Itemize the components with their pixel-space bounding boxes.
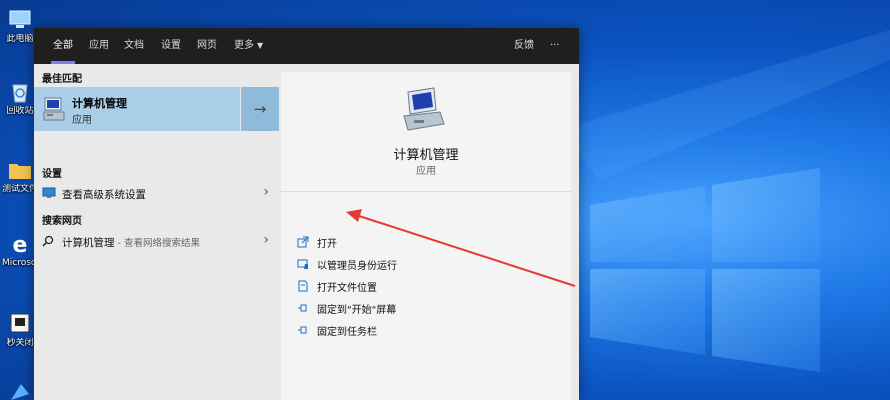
desktop-icon-label: 此电脑 (6, 34, 34, 44)
desktop-icon-label: 测试文件 (2, 184, 38, 194)
tab-all[interactable]: 全部 (51, 28, 75, 64)
web-result-suffix: - 查看网络搜索结果 (114, 238, 200, 249)
action-label: 固定到任务栏 (317, 327, 377, 338)
monitor-settings-icon (42, 187, 56, 198)
best-match-item[interactable]: 计算机管理 应用 → (34, 87, 279, 131)
desktop-icon-shortcut-bottom[interactable] (2, 380, 38, 400)
edge-icon: e (13, 233, 28, 256)
desktop-icon-app-shortcut[interactable]: 秒关闭 (2, 312, 38, 349)
web-search-heading: 搜索网页 (42, 216, 82, 227)
action-label: 打开文件位置 (317, 283, 377, 294)
desktop-icon-label: Microsoft Edge (2, 258, 38, 268)
settings-heading: 设置 (42, 169, 62, 180)
computer-icon (9, 10, 31, 28)
start-search-panel: 全部 应用 文档 设置 网页 更多 ▼ 反馈 ··· 最佳匹配 计算机管理 应用 … (34, 28, 579, 400)
run-as-admin-icon (297, 259, 308, 269)
tab-web[interactable]: 网页 (195, 28, 219, 64)
tab-settings[interactable]: 设置 (159, 28, 183, 64)
action-label: 固定到"开始"屏幕 (317, 305, 397, 316)
pin-start-icon (298, 304, 307, 312)
computer-management-large-icon (403, 87, 445, 131)
search-results-list: 最佳匹配 计算机管理 应用 → 设置 查看高级系统设置 › 搜索网页 计算机管理… (34, 64, 279, 400)
web-result-item[interactable]: 计算机管理 - 查看网络搜索结果 › (34, 230, 279, 254)
tab-apps[interactable]: 应用 (87, 28, 111, 64)
open-details-arrow-icon[interactable]: → (240, 87, 279, 131)
folder-icon (9, 164, 31, 179)
tab-more-label: 更多 (234, 40, 254, 51)
search-icon (42, 235, 54, 247)
svg-text:e: e (13, 233, 28, 256)
desktop-icon-microsoft-edge[interactable]: e Microsoft Edge (2, 232, 38, 269)
chevron-right-icon: › (263, 184, 269, 200)
desktop-icon-label: 回收站 (6, 106, 34, 116)
desktop-icon-test-folder[interactable]: 测试文件 (2, 158, 38, 195)
desktop-icon-this-pc[interactable]: 此电脑 (2, 8, 38, 45)
best-match-subtitle: 应用 (72, 115, 92, 126)
chevron-down-icon: ▼ (257, 41, 264, 50)
app-detail-pane: 计算机管理 应用 打开 以管理员身份运行 打开文件位置 固定到"开始"屏幕 固定… (281, 72, 571, 400)
pin-taskbar-icon (298, 326, 307, 334)
app-icon (10, 313, 30, 333)
detail-app-type: 应用 (416, 166, 436, 177)
desktop-icon-recycle-bin[interactable]: 回收站 (2, 80, 38, 117)
computer-management-icon (43, 97, 65, 121)
best-match-title: 计算机管理 (72, 97, 127, 110)
app-detail-header: 计算机管理 应用 (281, 72, 571, 192)
shortcut-icon (11, 384, 29, 400)
web-result-label: 计算机管理 (62, 237, 115, 249)
best-match-heading: 最佳匹配 (42, 74, 82, 85)
chevron-right-icon: › (263, 232, 269, 248)
recycle-bin-icon (12, 84, 28, 103)
feedback-button[interactable]: 反馈 (514, 28, 534, 64)
action-label: 打开 (317, 239, 337, 250)
open-icon (297, 236, 309, 248)
settings-result-label: 查看高级系统设置 (62, 189, 146, 201)
more-options-icon[interactable]: ··· (550, 28, 560, 64)
settings-result-item[interactable]: 查看高级系统设置 › (34, 182, 279, 206)
web-result-text: 计算机管理 - 查看网络搜索结果 (62, 235, 200, 250)
tab-more[interactable]: 更多 ▼ (232, 28, 265, 64)
file-location-icon (298, 280, 308, 292)
search-filter-bar: 全部 应用 文档 设置 网页 更多 ▼ 反馈 ··· (34, 28, 579, 64)
action-label: 以管理员身份运行 (317, 261, 397, 272)
detail-app-name: 计算机管理 (393, 148, 459, 163)
desktop-icon-label: 秒关闭 (6, 338, 34, 348)
tab-documents[interactable]: 文档 (122, 28, 146, 64)
